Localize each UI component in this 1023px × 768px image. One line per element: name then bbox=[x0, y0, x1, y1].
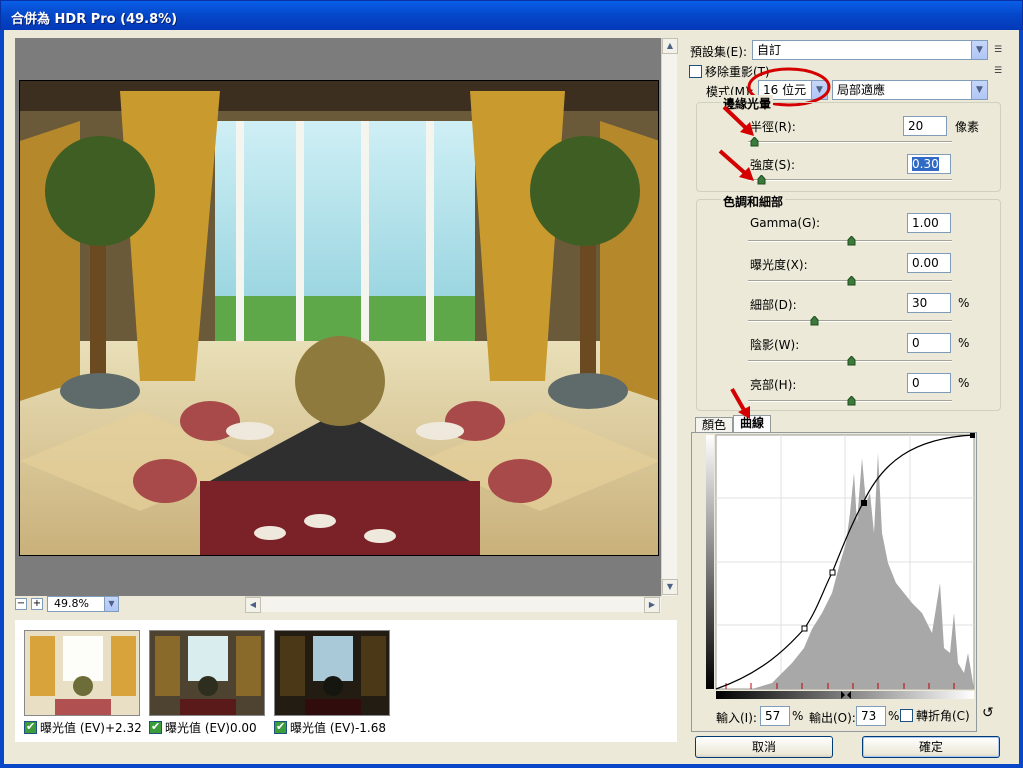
curve-graph[interactable] bbox=[692, 433, 978, 701]
exposure-label: 曝光度(X): bbox=[750, 258, 808, 272]
corner-checkbox[interactable] bbox=[900, 709, 913, 722]
cancel-button[interactable]: 取消 bbox=[695, 736, 833, 758]
thumbnail-image-minus-1-68[interactable] bbox=[274, 630, 390, 716]
curve-output-field[interactable]: 73 bbox=[856, 706, 886, 726]
thumbnail-checkbox[interactable] bbox=[274, 720, 287, 734]
remove-ghost-checkbox[interactable] bbox=[689, 65, 702, 78]
shadow-unit: % bbox=[958, 336, 970, 350]
scroll-right-icon[interactable]: ▶ bbox=[644, 597, 660, 613]
detail-input[interactable]: 30 bbox=[907, 293, 951, 313]
corner-option[interactable]: 轉折角(C) bbox=[900, 707, 970, 724]
shadow-slider-handle[interactable] bbox=[847, 356, 856, 366]
chevron-down-icon: ▼ bbox=[971, 81, 987, 99]
curve-input-field[interactable]: 57 bbox=[760, 706, 790, 726]
detail-unit: % bbox=[958, 296, 970, 310]
scroll-left-icon[interactable]: ◀ bbox=[245, 597, 261, 613]
scroll-down-icon[interactable]: ▼ bbox=[662, 579, 678, 595]
exposure-thumbnails: 曝光值 (EV)+2.32 曝光值 (EV)0.00 曝光值 (EV)-1.68 bbox=[15, 620, 677, 742]
exposure-input[interactable]: 0.00 bbox=[907, 253, 951, 273]
thumbnail-image-0-00[interactable] bbox=[149, 630, 265, 716]
exposure-slider-handle[interactable] bbox=[847, 276, 856, 286]
preset-label: 預設集(E): bbox=[690, 45, 747, 59]
radius-input[interactable]: 20 bbox=[903, 116, 947, 136]
options-menu-icon[interactable]: ☰ bbox=[994, 66, 1006, 76]
thumbnail-label-2: 曝光值 (EV)0.00 bbox=[149, 719, 257, 736]
curve-input-label: 輸入(I): bbox=[716, 711, 757, 725]
curve-point[interactable] bbox=[801, 625, 808, 632]
detail-slider-handle[interactable] bbox=[810, 316, 819, 326]
gamma-slider-handle[interactable] bbox=[847, 236, 856, 246]
window-title: 合併為 HDR Pro (49.8%) bbox=[11, 12, 178, 27]
detail-slider[interactable] bbox=[748, 320, 952, 322]
shadow-label: 陰影(W): bbox=[750, 338, 800, 352]
curve-output-label: 輸出(O): bbox=[809, 711, 856, 725]
tone-detail-title: 色調和細部 bbox=[721, 193, 786, 210]
preset-select[interactable]: 自訂 ▼ bbox=[752, 40, 988, 60]
strength-slider[interactable] bbox=[748, 179, 952, 181]
radius-unit: 像素 bbox=[955, 120, 980, 134]
preview-vertical-scrollbar[interactable]: ▲ ▼ bbox=[661, 38, 678, 596]
preset-menu-icon[interactable]: ☰ bbox=[994, 45, 1006, 55]
thumbnail-label-3: 曝光值 (EV)-1.68 bbox=[274, 719, 386, 736]
zoom-select[interactable]: 49.8% ▼ bbox=[47, 596, 119, 612]
thumbnail-checkbox[interactable] bbox=[24, 720, 37, 734]
chevron-down-icon: ▼ bbox=[971, 41, 987, 59]
zoom-in-button[interactable]: + bbox=[31, 598, 43, 610]
detail-label: 細部(D): bbox=[750, 298, 797, 312]
thumbnail-image-plus-2-32[interactable] bbox=[24, 630, 140, 716]
gamma-input[interactable]: 1.00 bbox=[907, 213, 951, 233]
annotation-arrow-icon bbox=[722, 105, 754, 136]
title-bar: 合併為 HDR Pro (49.8%) bbox=[0, 0, 1023, 30]
curve-point[interactable] bbox=[829, 569, 836, 576]
highlight-label: 亮部(H): bbox=[750, 378, 797, 392]
gamma-label: Gamma(G): bbox=[750, 216, 821, 230]
highlight-slider-handle[interactable] bbox=[847, 396, 856, 406]
preview-horizontal-scrollbar[interactable]: ◀ ▶ bbox=[245, 596, 661, 613]
ok-button[interactable]: 確定 bbox=[862, 736, 1000, 758]
zoom-bar: − + 49.8% ▼ bbox=[15, 596, 119, 612]
shadow-input[interactable]: 0 bbox=[907, 333, 951, 353]
annotation-arrow-icon bbox=[718, 149, 754, 181]
highlight-unit: % bbox=[958, 376, 970, 390]
curve-output-unit: % bbox=[888, 709, 900, 723]
curve-input-unit: % bbox=[792, 709, 804, 723]
thumbnail-label-1: 曝光值 (EV)+2.32 bbox=[24, 719, 142, 736]
chevron-down-icon: ▼ bbox=[104, 597, 118, 611]
hdr-preview-image bbox=[19, 80, 659, 556]
zoom-out-button[interactable]: − bbox=[15, 598, 27, 610]
curve-point[interactable] bbox=[970, 433, 975, 438]
reset-icon[interactable]: ↺ bbox=[982, 705, 994, 721]
method-select[interactable]: 局部適應 ▼ bbox=[832, 80, 988, 100]
scroll-up-icon[interactable]: ▲ bbox=[662, 38, 678, 54]
tone-detail-group bbox=[696, 199, 1001, 411]
curve-point-selected[interactable] bbox=[861, 500, 867, 506]
curve-panel: 輸入(I): 57 % 輸出(O): 73 % 轉折角(C) ↺ bbox=[691, 432, 994, 732]
radius-slider[interactable] bbox=[748, 141, 952, 143]
thumbnail-checkbox[interactable] bbox=[149, 720, 162, 734]
strength-input[interactable]: 0.30 bbox=[907, 154, 951, 174]
highlight-input[interactable]: 0 bbox=[907, 373, 951, 393]
annotation-arrow-icon bbox=[730, 388, 750, 419]
